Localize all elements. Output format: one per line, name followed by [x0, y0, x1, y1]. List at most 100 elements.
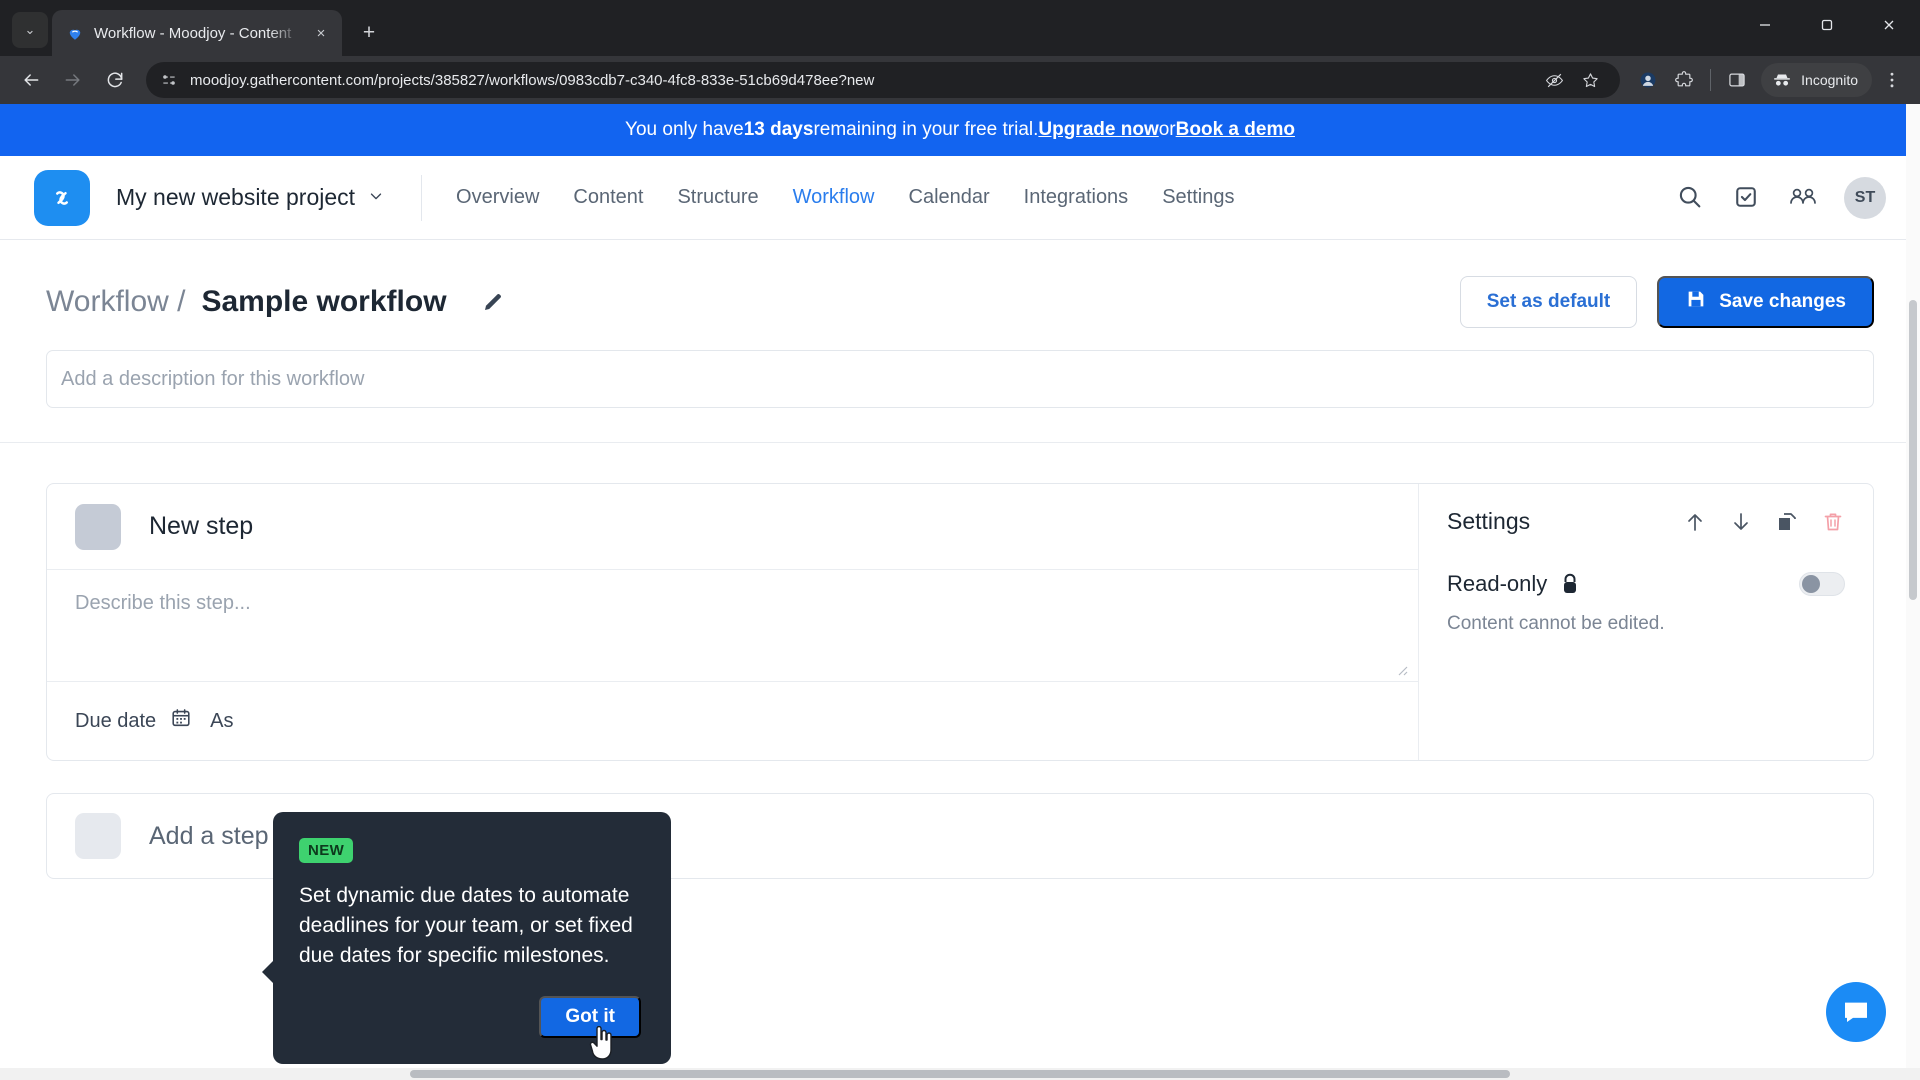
add-step-swatch [75, 813, 121, 859]
close-window-button[interactable] [1858, 0, 1920, 50]
avatar[interactable]: ST [1844, 176, 1886, 219]
project-name: My new website project [116, 184, 356, 210]
browser-toolbar: moodjoy.gathercontent.com/projects/38582… [0, 56, 1920, 104]
three-dot-menu-icon[interactable] [1876, 64, 1908, 96]
book-a-demo-link[interactable]: Book a demo [1176, 119, 1295, 141]
arrow-down-icon[interactable] [1729, 510, 1753, 534]
breadcrumb[interactable]: Workflow / [46, 285, 185, 319]
back-button[interactable] [12, 61, 50, 99]
readonly-setting: Read-only [1447, 571, 1845, 597]
project-switcher[interactable]: My new website project [116, 184, 385, 211]
trial-days: 13 days [743, 119, 814, 140]
intercom-chat-button[interactable] [1826, 982, 1886, 1042]
readonly-hint: Content cannot be edited. [1447, 613, 1665, 634]
eye-slash-icon[interactable] [1538, 64, 1570, 96]
close-icon[interactable]: × [310, 22, 332, 44]
incognito-icon [1774, 74, 1790, 86]
chevron-down-icon: ⌄ [24, 22, 36, 37]
browser-tab[interactable]: Workflow - Moodjoy - Content × [52, 10, 342, 56]
trash-icon[interactable] [1821, 510, 1845, 534]
profile-avatar-icon[interactable] [1632, 64, 1664, 96]
workflow-description-input[interactable]: Add a description for this workflow [46, 350, 1874, 408]
pencil-icon[interactable] [481, 290, 505, 314]
app-nav: Overview Content Structure Workflow Cale… [456, 186, 1234, 209]
nav-item-overview[interactable]: Overview [456, 186, 539, 209]
gathercontent-logo[interactable] [34, 169, 90, 226]
step-color-swatch[interactable] [75, 503, 121, 550]
scrollbar-thumb-horizontal[interactable] [410, 1070, 1510, 1078]
section-divider [0, 442, 1920, 443]
trial-banner: You only have 13 days remaining in your … [0, 104, 1920, 156]
trial-prefix: You only have [625, 119, 744, 140]
search-icon[interactable] [1676, 183, 1706, 213]
incognito-indicator[interactable]: Incognito [1761, 63, 1872, 97]
page-info-icon[interactable] [160, 71, 178, 89]
app-header: My new website project Overview Content … [0, 156, 1920, 240]
omnibox-actions [1538, 64, 1606, 96]
step-settings-panel: Settings Read-only Content cannot be edi… [1418, 484, 1873, 760]
appbar-divider [421, 174, 423, 221]
url-text: moodjoy.gathercontent.com/projects/38582… [190, 71, 875, 89]
nav-item-integrations[interactable]: Integrations [1024, 186, 1129, 209]
side-panel-icon[interactable] [1721, 64, 1753, 96]
save-changes-label: Save changes [1719, 291, 1846, 312]
incognito-label: Incognito [1801, 72, 1858, 88]
people-icon[interactable] [1788, 183, 1818, 213]
tab-search-button[interactable]: ⌄ [12, 12, 48, 48]
upgrade-now-link[interactable]: Upgrade now [1038, 119, 1158, 141]
page-header: Workflow / Sample workflow Set as defaul… [46, 240, 1874, 350]
set-as-default-button[interactable]: Set as default [1459, 276, 1638, 328]
due-date-label: Due date [75, 709, 157, 732]
step-description-placeholder: Describe this step... [75, 592, 251, 614]
scrollbar-thumb[interactable] [1909, 300, 1917, 600]
resize-handle-icon[interactable] [1394, 659, 1408, 676]
status-badge: NEW [299, 838, 354, 863]
step-name[interactable]: New step [149, 512, 253, 541]
tab-strip: ⌄ Workflow - Moodjoy - Content × + [0, 0, 1920, 56]
forward-button[interactable] [54, 61, 92, 99]
readonly-toggle[interactable] [1799, 572, 1845, 596]
tasks-icon[interactable] [1732, 183, 1762, 213]
trial-or: or [1158, 119, 1176, 140]
browser-window: ⌄ Workflow - Moodjoy - Content × + moodj… [0, 0, 1920, 1080]
step-main: New step Describe this step... Due date [47, 484, 1418, 760]
settings-header: Settings [1447, 508, 1845, 535]
nav-item-workflow[interactable]: Workflow [793, 186, 875, 209]
save-changes-button[interactable]: Save changes [1657, 276, 1874, 328]
address-bar[interactable]: moodjoy.gathercontent.com/projects/38582… [146, 62, 1621, 98]
nav-item-calendar[interactable]: Calendar [909, 186, 990, 209]
window-controls [1734, 0, 1920, 50]
due-date-control[interactable]: Due date [75, 707, 192, 735]
minimize-button[interactable] [1734, 0, 1796, 50]
step-header: New step [47, 484, 1418, 570]
lock-icon [1561, 573, 1579, 595]
nav-item-content[interactable]: Content [573, 186, 643, 209]
page-header-actions: Set as default Save changes [1459, 276, 1874, 328]
star-icon[interactable] [1574, 64, 1606, 96]
workflow-description-placeholder: Add a description for this workflow [61, 367, 365, 390]
horizontal-scrollbar[interactable] [0, 1068, 1920, 1080]
tooltip-body: Set dynamic due dates to automate deadli… [299, 884, 633, 967]
gathercontent-favicon [66, 24, 84, 42]
tab-title: Workflow - Moodjoy - Content [94, 24, 292, 42]
trial-middle: remaining in your free trial. [813, 119, 1039, 140]
arrow-up-icon[interactable] [1683, 510, 1707, 534]
nav-item-settings[interactable]: Settings [1162, 186, 1234, 209]
settings-tools [1683, 510, 1845, 534]
step-description-input[interactable]: Describe this step... [47, 570, 1418, 682]
app-header-actions: ST [1676, 176, 1886, 219]
extension-puzzle-icon[interactable] [1668, 64, 1700, 96]
plus-icon: + [362, 21, 376, 44]
workflow-step-card: New step Describe this step... Due date [46, 483, 1874, 761]
floppy-disk-icon [1685, 288, 1707, 316]
add-step-label: Add a step [149, 821, 269, 850]
readonly-label: Read-only [1447, 571, 1548, 596]
vertical-scrollbar[interactable] [1906, 104, 1920, 1080]
new-tab-button[interactable]: + [352, 16, 386, 50]
assignee-label: As [210, 709, 234, 732]
duplicate-icon[interactable] [1775, 510, 1799, 534]
maximize-button[interactable] [1796, 0, 1858, 50]
nav-item-structure[interactable]: Structure [677, 186, 758, 209]
assignee-control[interactable]: As [210, 710, 233, 733]
reload-button[interactable] [96, 61, 134, 99]
